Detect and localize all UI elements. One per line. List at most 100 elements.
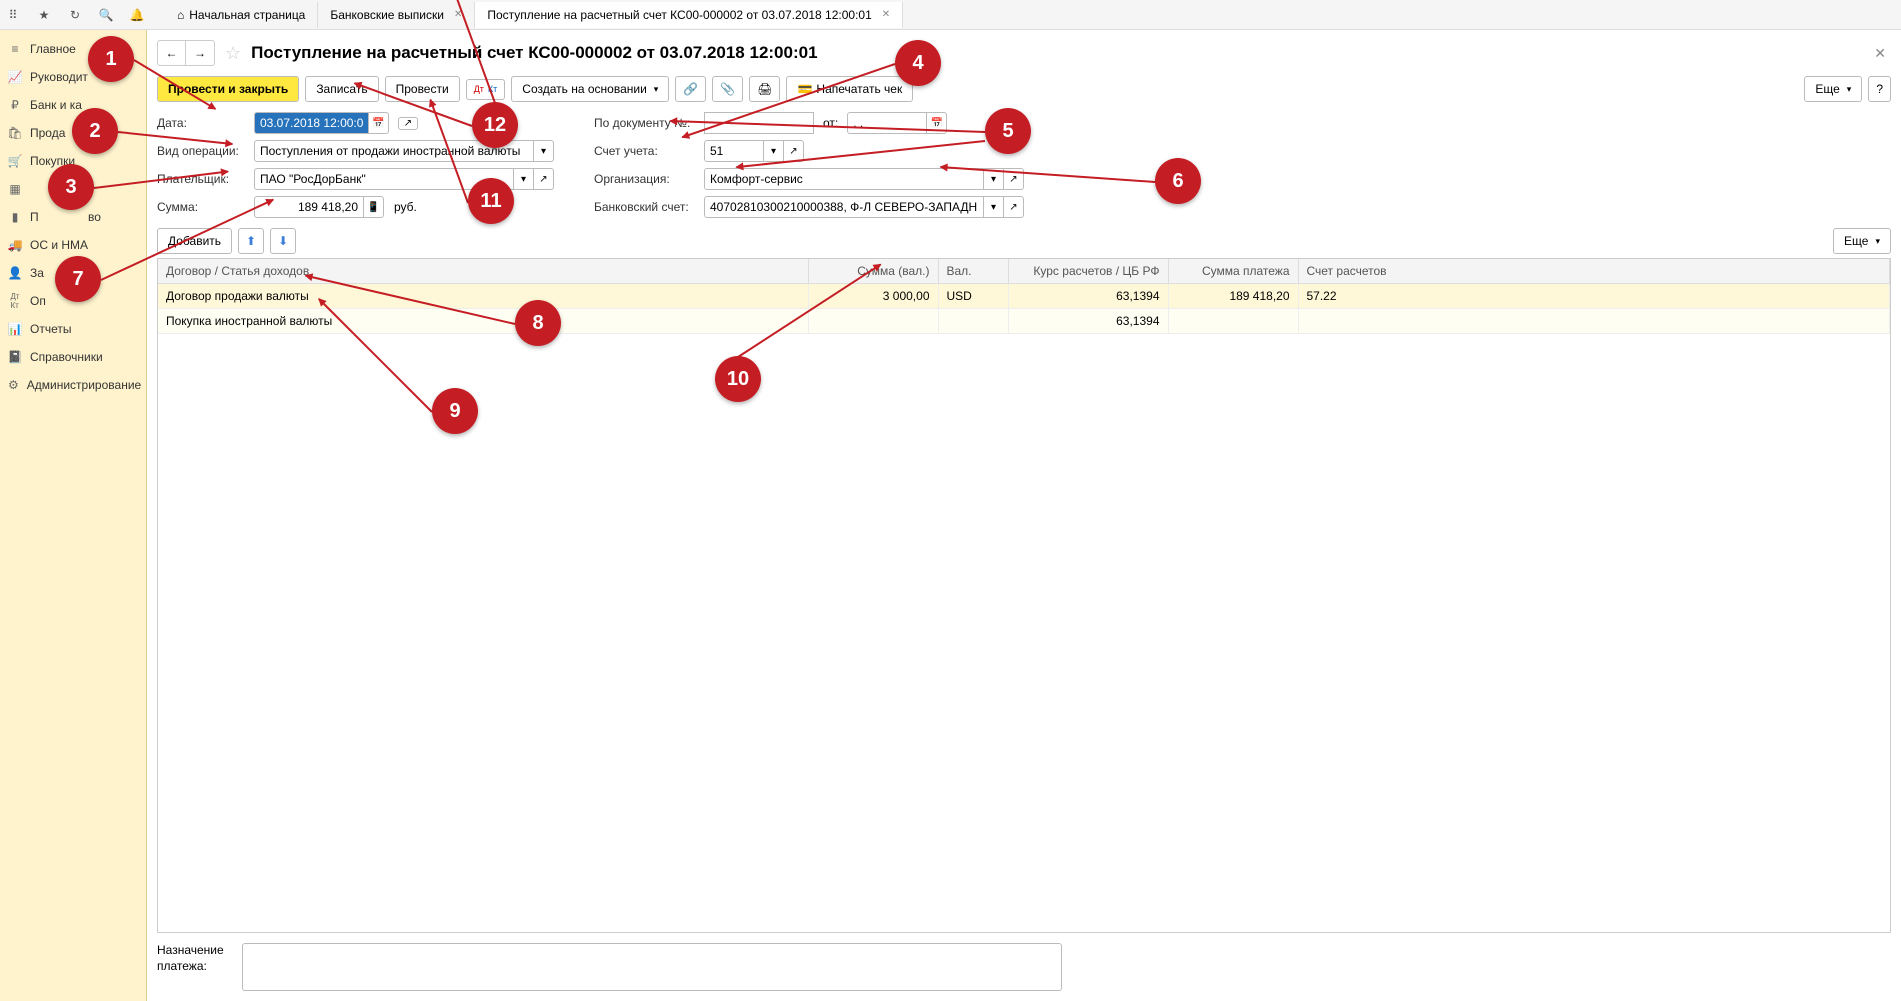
table-controls: Добавить ⬆ ⬇ Еще (157, 228, 1891, 258)
cell-rate[interactable]: 63,1394 (1008, 309, 1168, 334)
forward-button[interactable]: → (186, 41, 214, 65)
sum-label: Сумма: (157, 200, 249, 214)
sidebar-item-assets[interactable]: 🚚ОС и НМА (0, 231, 146, 259)
open-icon[interactable]: ↗ (1004, 196, 1024, 218)
cell-contract[interactable]: Покупка иностранной валюты (158, 309, 808, 334)
more-button[interactable]: Еще (1804, 76, 1862, 102)
sidebar-item-label: Банк и ка (30, 98, 82, 112)
history-icon[interactable]: ↻ (67, 7, 83, 23)
th-sumval[interactable]: Сумма (вал.) (808, 259, 938, 284)
dropdown-icon[interactable]: ▾ (984, 196, 1004, 218)
tab-home[interactable]: ⌂ Начальная страница (165, 2, 318, 28)
date-label: Дата: (157, 116, 249, 130)
cell-paysum[interactable]: 189 418,20 (1168, 284, 1298, 309)
content: ← → ☆ Поступление на расчетный счет КС00… (147, 30, 1901, 1001)
ruble-icon: ₽ (8, 98, 22, 112)
cell-paysum[interactable] (1168, 309, 1298, 334)
annotation-10: 10 (715, 356, 761, 402)
annotation-8: 8 (515, 300, 561, 346)
close-icon[interactable]: ✕ (882, 9, 890, 20)
tab-label: Поступление на расчетный счет КС00-00000… (487, 8, 871, 22)
sidebar-item-label: П (30, 210, 39, 224)
calculator-icon[interactable]: 📱 (364, 196, 384, 218)
external-icon[interactable]: ↗ (398, 117, 418, 130)
annotation-9: 9 (432, 388, 478, 434)
sidebar-item-label: Справочники (30, 350, 103, 364)
cart-icon: 🛒 (8, 154, 22, 168)
print-button[interactable]: 🖨 (749, 76, 780, 102)
account-input[interactable] (704, 140, 764, 162)
th-paysum[interactable]: Сумма платежа (1168, 259, 1298, 284)
bank-acc-input[interactable] (704, 196, 984, 218)
annotation-11: 11 (468, 178, 514, 224)
tab-statements[interactable]: Банковские выписки ✕ (318, 2, 475, 28)
dropdown-icon[interactable]: ▾ (514, 168, 534, 190)
account-label: Счет учета: (594, 144, 699, 158)
home-icon: ⌂ (177, 8, 184, 22)
create-based-button[interactable]: Создать на основании (511, 76, 669, 102)
back-button[interactable]: ← (158, 41, 186, 65)
dropdown-icon[interactable]: ▾ (534, 140, 554, 162)
attach-button[interactable]: 📎 (712, 76, 743, 102)
payments-table: Договор / Статья доходов Сумма (вал.) Ва… (158, 259, 1890, 334)
add-row-button[interactable]: Добавить (157, 228, 232, 254)
post-and-close-button[interactable]: Провести и закрыть (157, 76, 299, 102)
th-contract[interactable]: Договор / Статья доходов (158, 259, 808, 284)
link-button[interactable]: 🔗 (675, 76, 706, 102)
annotation-7: 7 (55, 256, 101, 302)
gear-icon: ⚙ (8, 378, 19, 392)
sidebar-item-references[interactable]: 📓Справочники (0, 343, 146, 371)
dropdown-icon[interactable]: ▾ (764, 140, 784, 162)
sidebar-item-label: Руководит (30, 70, 88, 84)
bell-icon[interactable]: 🔔 (129, 7, 145, 23)
menu-icon: ≡ (8, 42, 22, 56)
search-icon[interactable]: 🔍 (98, 7, 114, 23)
star-icon[interactable]: ★ (36, 7, 52, 23)
th-settlement[interactable]: Счет расчетов (1298, 259, 1890, 284)
cell-currency[interactable] (938, 309, 1008, 334)
annotation-1: 1 (88, 36, 134, 82)
sidebar-item-reports[interactable]: 📊Отчеты (0, 315, 146, 343)
cell-rate[interactable]: 63,1394 (1008, 284, 1168, 309)
tab-receipt[interactable]: Поступление на расчетный счет КС00-00000… (475, 2, 903, 28)
org-label: Организация: (594, 172, 699, 186)
person-icon: 👤 (8, 266, 22, 280)
cell-sumval[interactable]: 3 000,00 (808, 284, 938, 309)
sidebar-item-label: ОС и НМА (30, 238, 88, 252)
th-rate[interactable]: Курс расчетов / ЦБ РФ (1008, 259, 1168, 284)
annotation-5: 5 (985, 108, 1031, 154)
sidebar-item-bank[interactable]: ₽ Банк и ка (0, 91, 146, 119)
move-up-button[interactable]: ⬆ (238, 228, 264, 254)
open-icon[interactable]: ↗ (534, 168, 554, 190)
org-input[interactable] (704, 168, 984, 190)
close-form-button[interactable]: ✕ (1869, 45, 1891, 62)
sidebar-item-admin[interactable]: ⚙Администрирование (0, 371, 146, 399)
cell-currency[interactable]: USD (938, 284, 1008, 309)
help-button[interactable]: ? (1868, 76, 1891, 102)
table-row[interactable]: Покупка иностранной валюты 63,1394 (158, 309, 1890, 334)
cell-settlement[interactable]: 57.22 (1298, 284, 1890, 309)
cell-sumval[interactable] (808, 309, 938, 334)
annotation-4: 4 (895, 40, 941, 86)
move-down-button[interactable]: ⬇ (270, 228, 296, 254)
title-row: ← → ☆ Поступление на расчетный счет КС00… (157, 35, 1891, 76)
date-input[interactable] (254, 112, 369, 134)
favorite-button[interactable]: ☆ (225, 43, 241, 64)
doc-num-label: По документу №: (594, 116, 699, 130)
purpose-input[interactable] (242, 943, 1062, 991)
cell-contract[interactable]: Договор продажи валюты (158, 284, 808, 309)
sidebar-item-label: Прода (30, 126, 65, 140)
page-title: Поступление на расчетный счет КС00-00000… (251, 43, 817, 63)
annotation-2: 2 (72, 108, 118, 154)
doc-from-label: от: (823, 116, 838, 130)
dkt-icon: ДтКт (8, 294, 22, 308)
apps-icon[interactable]: ⠿ (5, 7, 21, 23)
cell-settlement[interactable] (1298, 309, 1890, 334)
chart-icon: 📈 (8, 70, 22, 84)
table-more-button[interactable]: Еще (1833, 228, 1891, 254)
table-row[interactable]: Договор продажи валюты 3 000,00 USD 63,1… (158, 284, 1890, 309)
doc-from-input[interactable] (847, 112, 927, 134)
th-currency[interactable]: Вал. (938, 259, 1008, 284)
sidebar-item-label: Отчеты (30, 322, 71, 336)
calendar-icon[interactable]: 📅 (369, 112, 389, 134)
